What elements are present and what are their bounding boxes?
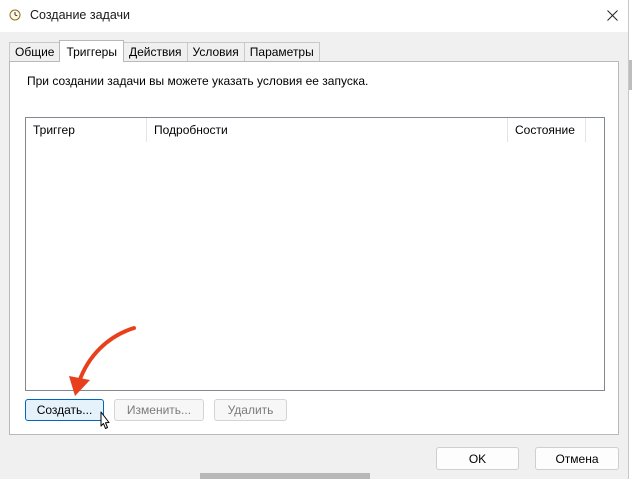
column-header-details[interactable]: Подробности <box>147 118 508 142</box>
cancel-button[interactable]: Отмена <box>535 447 619 470</box>
close-icon <box>606 9 618 21</box>
tab-general[interactable]: Общие <box>9 42 61 61</box>
column-header-status[interactable]: Состояние <box>508 118 586 142</box>
window-edge <box>628 0 632 479</box>
tab-conditions[interactable]: Условия <box>186 42 245 61</box>
background-window-edge <box>200 473 370 479</box>
close-button[interactable] <box>598 4 626 26</box>
window-title: Создание задачи <box>30 8 130 22</box>
annotation-arrow-icon <box>69 326 136 396</box>
ok-button[interactable]: OK <box>436 447 519 470</box>
title-bar: Создание задачи <box>0 0 628 32</box>
tab-bar: Общие Триггеры Действия Условия Параметр… <box>9 40 320 62</box>
edit-trigger-button[interactable]: Изменить... <box>114 399 204 421</box>
delete-trigger-button[interactable]: Удалить <box>214 399 287 421</box>
clock-icon <box>9 9 21 21</box>
tab-settings[interactable]: Параметры <box>243 42 320 61</box>
tab-actions[interactable]: Действия <box>122 42 188 61</box>
mouse-pointer-icon <box>100 411 110 429</box>
tab-triggers[interactable]: Триггеры <box>59 40 124 62</box>
triggers-instruction: При создании задачи вы можете указать ус… <box>27 74 369 88</box>
column-header-trigger[interactable]: Триггер <box>26 118 147 142</box>
triggers-list-header: Триггер Подробности Состояние <box>26 118 604 142</box>
create-trigger-button[interactable]: Создать... <box>25 399 104 421</box>
create-task-dialog: Создание задачи Общие Триггеры Действия … <box>0 0 628 479</box>
